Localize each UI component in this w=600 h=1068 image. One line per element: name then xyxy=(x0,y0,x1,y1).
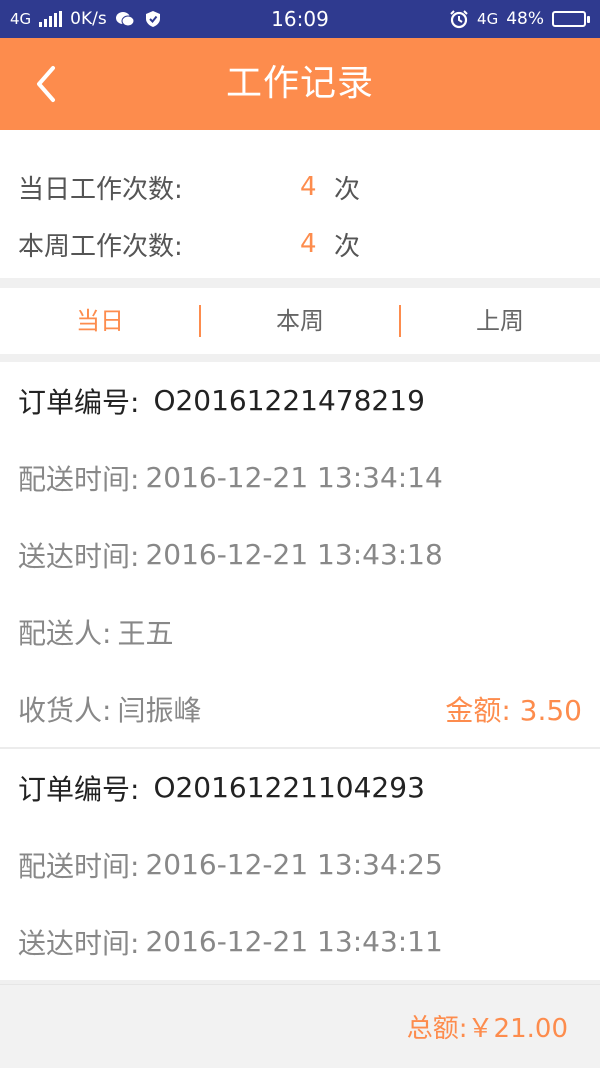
dispatch-time-row: 配送时间: 2016-12-21 13:34:14 xyxy=(0,439,600,516)
header: 工作记录 xyxy=(0,38,600,130)
receiver-label: 收货人: xyxy=(18,693,112,727)
order-number-row: 订单编号: O20161221478219 xyxy=(0,362,600,439)
dispatch-time: 2016-12-21 13:34:25 xyxy=(145,848,443,881)
delivered-time-label: 送达时间: xyxy=(18,926,140,960)
delivered-time-label: 送达时间: xyxy=(18,539,140,573)
work-summary: 当日工作次数: 4 次 本周工作次数: 4 次 xyxy=(0,130,600,278)
dispatch-time: 2016-12-21 13:34:14 xyxy=(145,461,443,494)
tab-divider xyxy=(399,305,401,337)
battery-icon xyxy=(552,11,590,27)
shield-icon xyxy=(143,9,163,29)
battery-percent: 48% xyxy=(506,9,544,29)
status-bar-right: 4G 48% xyxy=(439,9,600,29)
today-count-row: 当日工作次数: 4 次 xyxy=(18,167,360,207)
today-count-unit: 次 xyxy=(334,174,361,205)
tab-divider xyxy=(199,305,201,337)
network-type: 4G xyxy=(10,10,32,28)
order-number-row: 订单编号: O20161221104293 xyxy=(0,749,600,826)
network-speed: 0K/s xyxy=(70,9,107,29)
dispatch-time-label: 配送时间: xyxy=(18,462,140,496)
tab-today[interactable]: 当日 xyxy=(0,288,200,354)
delivered-time-row: 送达时间: 2016-12-21 13:43:11 xyxy=(0,903,600,980)
order-card[interactable]: 订单编号: O20161221478219 配送时间: 2016-12-21 1… xyxy=(0,362,600,747)
delivered-time-row: 送达时间: 2016-12-21 13:43:18 xyxy=(0,516,600,593)
order-number: O20161221478219 xyxy=(153,384,425,417)
signal-icon xyxy=(39,11,63,27)
status-bar: 4G 0K/s 16:09 4G 48% xyxy=(0,0,600,38)
period-tabs: 当日 本周 上周 xyxy=(0,288,600,354)
status-bar-left: 4G 0K/s xyxy=(0,9,173,29)
week-count-row: 本周工作次数: 4 次 xyxy=(18,224,360,264)
today-count-value: 4 xyxy=(300,172,317,202)
tab-this-week[interactable]: 本周 xyxy=(200,288,400,354)
receiver-name: 闫振峰 xyxy=(117,693,202,727)
footer-total-bar: 总额:￥21.00 xyxy=(0,984,600,1068)
alarm-icon xyxy=(449,9,469,29)
amount-label: 金额: xyxy=(445,693,511,727)
dispatch-time-row: 配送时间: 2016-12-21 13:34:25 xyxy=(0,826,600,903)
page-title: 工作记录 xyxy=(225,63,374,104)
total-amount: 总额:￥21.00 xyxy=(406,1014,568,1044)
wechat-icon xyxy=(115,9,135,29)
receiver-row: 收货人: 闫振峰 金额: 3.50 xyxy=(0,670,600,747)
order-list: 订单编号: O20161221478219 配送时间: 2016-12-21 1… xyxy=(0,362,600,980)
courier-row: 配送人: 王五 xyxy=(0,593,600,670)
today-count-label: 当日工作次数: xyxy=(18,174,183,205)
order-amount: 金额: 3.50 xyxy=(445,689,582,729)
week-count-value: 4 xyxy=(300,229,317,259)
order-card[interactable]: 订单编号: O20161221104293 配送时间: 2016-12-21 1… xyxy=(0,747,600,980)
delivered-time: 2016-12-21 13:43:11 xyxy=(145,925,443,958)
courier-label: 配送人: xyxy=(18,616,112,650)
order-number: O20161221104293 xyxy=(153,771,425,804)
order-number-label: 订单编号: xyxy=(18,772,140,806)
network-type-right: 4G xyxy=(477,10,499,28)
amount-value: 3.50 xyxy=(519,693,582,727)
week-count-label: 本周工作次数: xyxy=(18,231,183,262)
order-number-label: 订单编号: xyxy=(18,385,140,419)
delivered-time: 2016-12-21 13:43:18 xyxy=(145,538,443,571)
week-count-unit: 次 xyxy=(334,231,361,262)
tab-last-week[interactable]: 上周 xyxy=(400,288,600,354)
courier-name: 王五 xyxy=(117,616,174,650)
dispatch-time-label: 配送时间: xyxy=(18,849,140,883)
